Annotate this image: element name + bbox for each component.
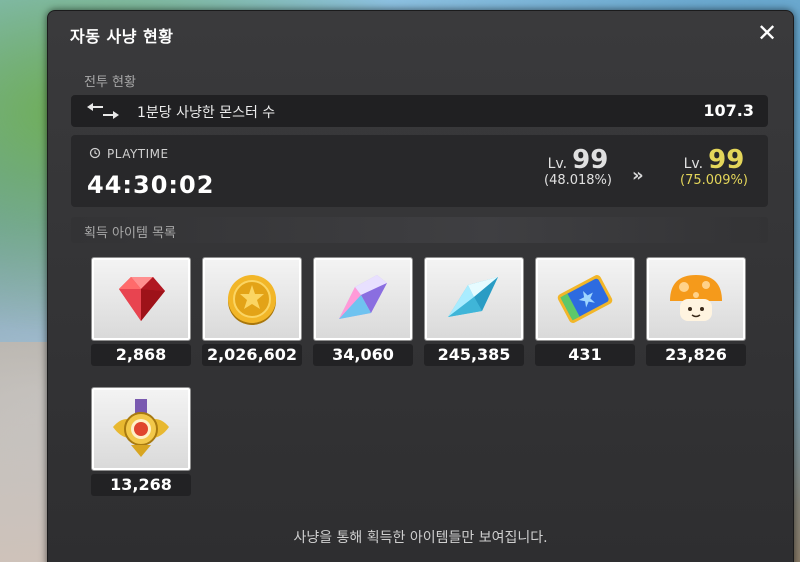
gold-emblem-icon: [113, 399, 169, 457]
playtime-value: 44:30:02: [87, 171, 215, 199]
item-icon-frame: [535, 257, 635, 341]
current-level: Lv. 99 (75.009%): [659, 145, 769, 188]
playtime-panel: PLAYTIME 44:30:02 Lv. 99 (48.018%) » Lv.…: [71, 135, 768, 207]
item-count: 2,026,602: [202, 344, 302, 366]
prism-crystal-icon: [339, 275, 387, 319]
item-slot-red-gem[interactable]: 2,868: [91, 257, 191, 375]
start-level: Lv. 99 (48.018%): [523, 145, 633, 188]
level-progress-arrow-icon: »: [632, 165, 644, 186]
item-slot-gold-emblem[interactable]: 13,268: [91, 387, 191, 505]
clock-icon: [89, 147, 101, 162]
start-level-percent: (48.018%): [544, 173, 612, 188]
item-slot-orange-mushroom[interactable]: 23,826: [646, 257, 746, 375]
orange-mushroom-icon: [670, 275, 722, 321]
item-count: 23,826: [646, 344, 746, 366]
item-slot-gold-coin[interactable]: 2,026,602: [202, 257, 302, 375]
current-level-percent: (75.009%): [680, 173, 748, 188]
start-level-number: 99: [572, 145, 609, 175]
kills-per-minute-label: 1분당 사냥한 몬스터 수: [137, 105, 276, 121]
kills-per-minute-value: 107.3: [703, 101, 754, 120]
current-level-number: 99: [708, 145, 745, 175]
item-count: 431: [535, 344, 635, 366]
close-button[interactable]: ✕: [755, 21, 779, 45]
item-icon-frame: [202, 257, 302, 341]
current-level-prefix: Lv.: [683, 156, 704, 172]
item-icon-frame: [424, 257, 524, 341]
blue-crystal-icon: [448, 277, 498, 317]
blue-ticket-icon: [557, 275, 613, 323]
item-slot-blue-crystal[interactable]: 245,385: [424, 257, 524, 375]
item-icon-frame: [313, 257, 413, 341]
window-title: 자동 사냥 현황: [70, 27, 174, 46]
item-slot-blue-ticket[interactable]: 431: [535, 257, 635, 375]
item-icon-frame: [91, 257, 191, 341]
window-titlebar[interactable]: 자동 사냥 현황 ✕: [48, 11, 793, 57]
item-icon-frame: [91, 387, 191, 471]
red-gem-icon: [119, 277, 165, 321]
auto-hunt-status-window: 자동 사냥 현황 ✕ 전투 현황 1분당 사냥한 몬스터 수 107.3 PLA…: [47, 10, 794, 562]
gold-coin-icon: [228, 275, 276, 325]
item-count: 245,385: [424, 344, 524, 366]
item-count: 2,868: [91, 344, 191, 366]
start-level-prefix: Lv.: [547, 156, 568, 172]
footer-note: 사냥을 통해 획득한 아이템들만 보여집니다.: [293, 530, 548, 546]
item-count: 34,060: [313, 344, 413, 366]
item-slot-prism-crystal[interactable]: 34,060: [313, 257, 413, 375]
exchange-arrows-icon: [85, 102, 121, 124]
battle-section-label: 전투 현황: [84, 75, 136, 90]
kills-per-minute-row: 1분당 사냥한 몬스터 수 107.3: [71, 95, 768, 127]
item-count: 13,268: [91, 474, 191, 496]
item-icon-frame: [646, 257, 746, 341]
playtime-label: PLAYTIME: [107, 147, 169, 161]
items-section-label: 획득 아이템 목록: [84, 226, 176, 241]
